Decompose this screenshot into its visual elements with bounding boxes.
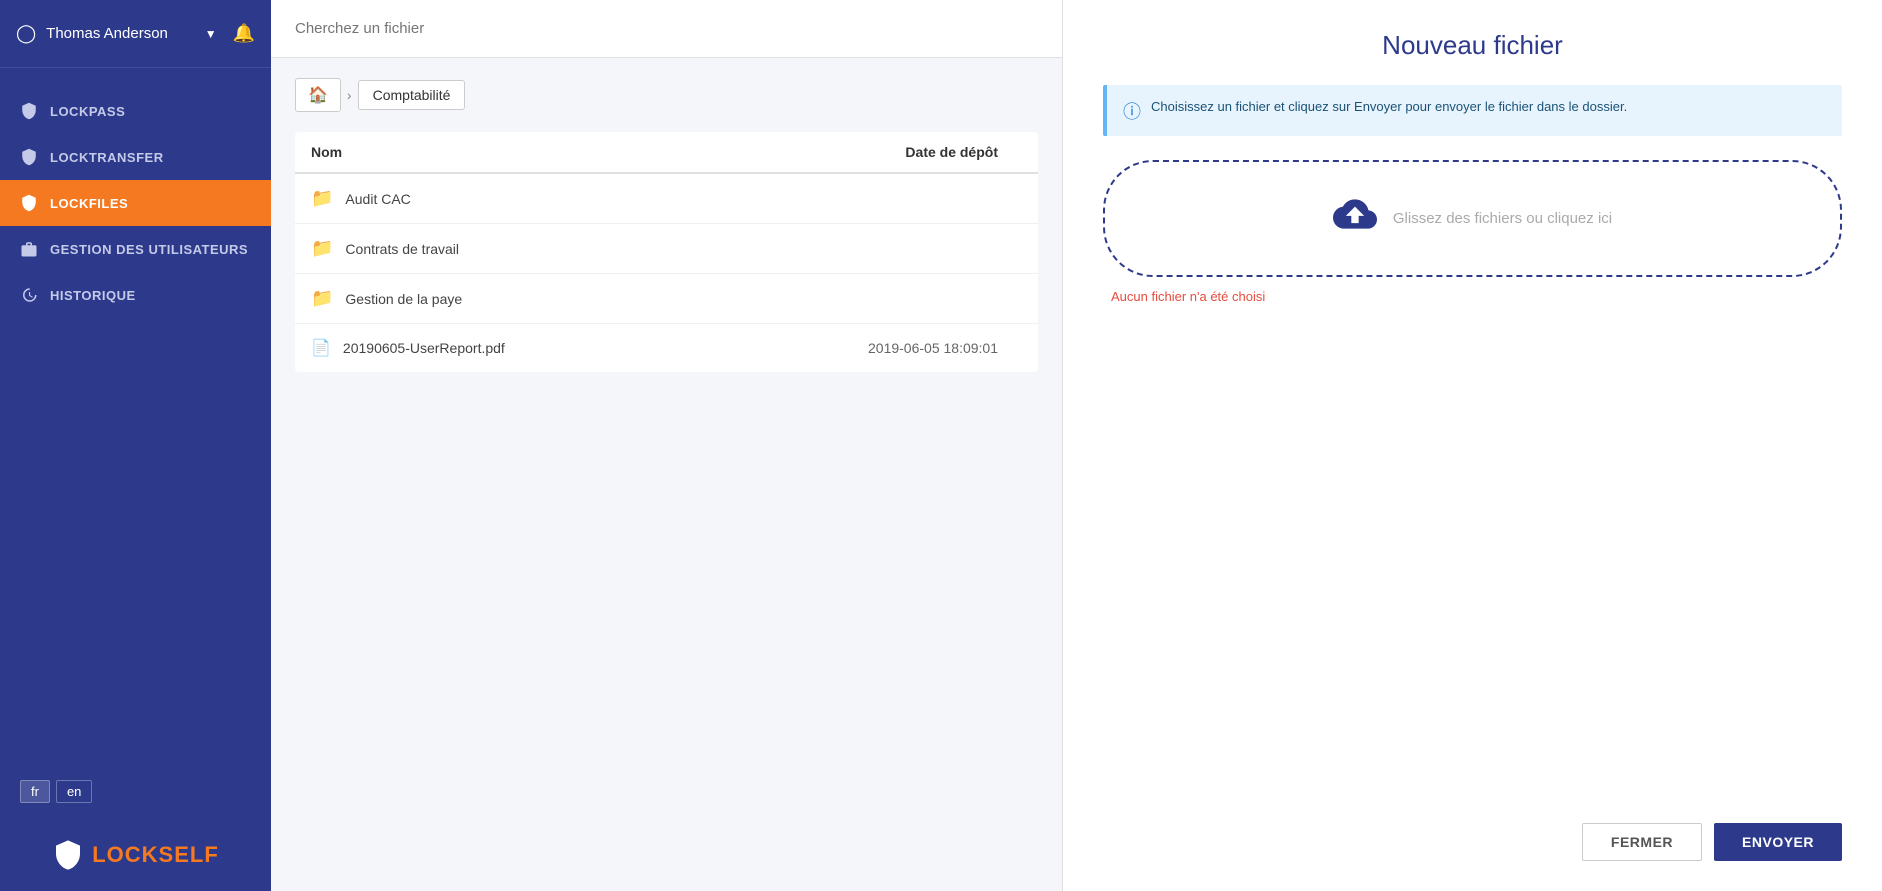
lang-en-button[interactable]: en xyxy=(56,780,92,803)
folder-icon: 📁 xyxy=(311,188,333,209)
table-row[interactable]: 📄 20190605-UserReport.pdf 2019-06-05 18:… xyxy=(295,324,1038,373)
info-text: Choisissez un fichier et cliquez sur Env… xyxy=(1151,97,1627,117)
sidebar-item-lockpass-label: LOCKPASS xyxy=(50,104,125,119)
file-name: Gestion de la paye xyxy=(345,291,462,307)
lang-fr-button[interactable]: fr xyxy=(20,780,50,803)
folder-icon: 📁 xyxy=(311,288,333,309)
send-button[interactable]: ENVOYER xyxy=(1714,823,1842,861)
user-name: Thomas Anderson xyxy=(46,25,205,42)
logo-text: LOCKSELF xyxy=(92,842,219,868)
breadcrumb: 🏠 › Comptabilité xyxy=(295,78,1038,112)
table-row[interactable]: 📁 Gestion de la paye xyxy=(295,274,1038,324)
file-date xyxy=(702,224,1038,274)
file-table: Nom Date de dépôt 📁 Audit CAC xyxy=(295,132,1038,372)
sidebar-item-lockfiles-label: LOCKFILES xyxy=(50,196,128,211)
briefcase-icon xyxy=(20,240,38,258)
sidebar-item-lockfiles[interactable]: LOCKFILES xyxy=(0,180,271,226)
breadcrumb-current[interactable]: Comptabilité xyxy=(358,80,466,110)
table-row[interactable]: 📁 Audit CAC xyxy=(295,173,1038,224)
file-name: Contrats de travail xyxy=(345,241,459,257)
sidebar-item-gestion[interactable]: GESTION DES UTILISATEURS xyxy=(0,226,271,272)
chevron-down-icon: ▼ xyxy=(205,27,217,41)
breadcrumb-separator: › xyxy=(347,87,352,103)
sidebar-item-locktransfer[interactable]: LOCKTRANSFER xyxy=(0,134,271,180)
file-date xyxy=(702,274,1038,324)
shield-icon-3 xyxy=(20,194,38,212)
col-header-name: Nom xyxy=(295,132,702,173)
right-panel: Nouveau fichier ⓘ Choisissez un fichier … xyxy=(1062,0,1882,891)
file-name-cell[interactable]: 📁 Contrats de travail xyxy=(311,238,686,259)
sidebar-item-historique-label: HISTORIQUE xyxy=(50,288,136,303)
col-header-date: Date de dépôt xyxy=(702,132,1038,173)
lockself-logo-icon xyxy=(52,839,84,871)
file-name: 20190605-UserReport.pdf xyxy=(343,340,505,356)
language-switcher: fr en xyxy=(0,764,271,819)
sidebar-item-lockpass[interactable]: LOCKPASS xyxy=(0,88,271,134)
home-button[interactable]: 🏠 xyxy=(295,78,341,112)
history-icon xyxy=(20,286,38,304)
user-icon: ◯ xyxy=(16,23,36,44)
sidebar-item-locktransfer-label: LOCKTRANSFER xyxy=(50,150,164,165)
upload-area[interactable]: Glissez des fichiers ou cliquez ici xyxy=(1103,160,1842,277)
file-name-cell[interactable]: 📁 Gestion de la paye xyxy=(311,288,686,309)
sidebar-nav: LOCKPASS LOCKTRANSFER LOCKFILES GESTION … xyxy=(0,68,271,764)
file-name-cell[interactable]: 📄 20190605-UserReport.pdf xyxy=(311,338,686,358)
sidebar-item-gestion-label: GESTION DES UTILISATEURS xyxy=(50,242,248,257)
search-bar xyxy=(271,0,1062,58)
logo: LOCKSELF xyxy=(0,819,271,891)
upload-text: Glissez des fichiers ou cliquez ici xyxy=(1393,210,1612,227)
table-row[interactable]: 📁 Contrats de travail xyxy=(295,224,1038,274)
cloud-upload-icon xyxy=(1333,192,1377,245)
panel-title: Nouveau fichier xyxy=(1103,30,1842,61)
file-browser: 🏠 › Comptabilité Nom Date de dépôt 📁 Aud… xyxy=(271,58,1062,891)
folder-icon: 📁 xyxy=(311,238,333,259)
shield-icon-2 xyxy=(20,148,38,166)
search-input[interactable] xyxy=(295,20,1038,37)
close-button[interactable]: FERMER xyxy=(1582,823,1702,861)
file-date: 2019-06-05 18:09:01 xyxy=(702,324,1038,373)
sidebar-item-historique[interactable]: HISTORIQUE xyxy=(0,272,271,318)
sidebar: ◯ Thomas Anderson ▼ 🔔 LOCKPASS LOCKTRANS… xyxy=(0,0,271,891)
file-date xyxy=(702,173,1038,224)
bell-icon[interactable]: 🔔 xyxy=(233,23,255,44)
panel-footer: FERMER ENVOYER xyxy=(1103,803,1842,861)
shield-icon xyxy=(20,102,38,120)
info-box: ⓘ Choisissez un fichier et cliquez sur E… xyxy=(1103,85,1842,136)
no-file-text: Aucun fichier n'a été choisi xyxy=(1111,289,1842,304)
user-header[interactable]: ◯ Thomas Anderson ▼ 🔔 xyxy=(0,0,271,68)
main-content: 🏠 › Comptabilité Nom Date de dépôt 📁 Aud… xyxy=(271,0,1062,891)
file-name-cell[interactable]: 📁 Audit CAC xyxy=(311,188,686,209)
file-name: Audit CAC xyxy=(345,191,410,207)
info-icon: ⓘ xyxy=(1123,98,1141,124)
pdf-icon: 📄 xyxy=(311,338,331,358)
